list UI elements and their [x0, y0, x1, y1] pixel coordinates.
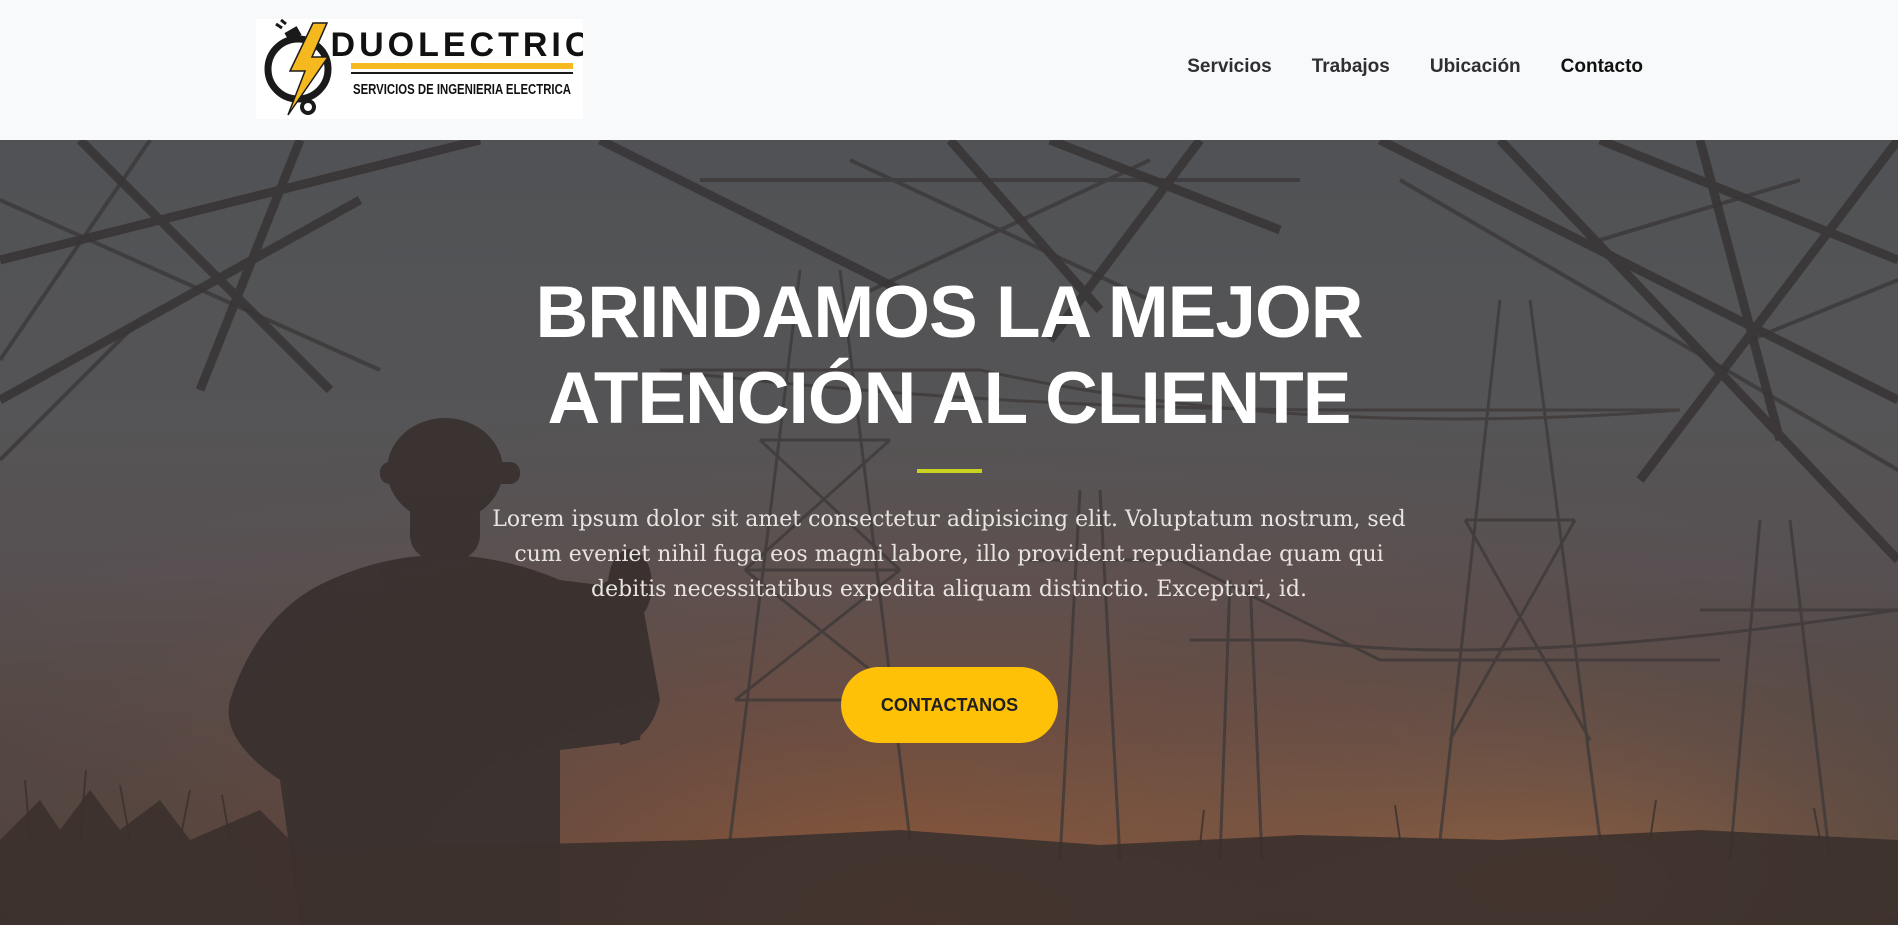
nav-link-servicios[interactable]: Servicios [1187, 56, 1272, 78]
main-nav: Servicios Trabajos Ubicación Contacto [1187, 56, 1643, 78]
hero-description: Lorem ipsum dolor sit amet consectetur a… [492, 507, 1406, 602]
hero-divider [917, 469, 982, 473]
lightning-plug-icon: DUOLECTRIC SERVICIOS DE INGENIERIA ELECT… [264, 19, 583, 116]
brand-name: DUOLECTRIC [331, 26, 583, 64]
brand-tagline: SERVICIOS DE INGENIERIA ELECTRICA [353, 82, 571, 98]
hero-section: BRINDAMOS LA MEJOR ATENCIÓN AL CLIENTE L… [0, 140, 1898, 925]
nav-link-trabajos[interactable]: Trabajos [1312, 56, 1390, 78]
hero-title: BRINDAMOS LA MEJOR ATENCIÓN AL CLIENTE [449, 270, 1449, 442]
brand-logo[interactable]: DUOLECTRIC SERVICIOS DE INGENIERIA ELECT… [256, 19, 583, 119]
hero-title-line-1: BRINDAMOS LA MEJOR [535, 272, 1364, 353]
hero-title-line-2: ATENCIÓN AL CLIENTE [547, 358, 1352, 439]
navbar: DUOLECTRIC SERVICIOS DE INGENIERIA ELECT… [0, 0, 1898, 140]
nav-link-contacto[interactable]: Contacto [1561, 56, 1643, 78]
contact-cta-button[interactable]: CONTACTANOS [841, 667, 1058, 743]
nav-link-ubicacion[interactable]: Ubicación [1430, 56, 1521, 78]
